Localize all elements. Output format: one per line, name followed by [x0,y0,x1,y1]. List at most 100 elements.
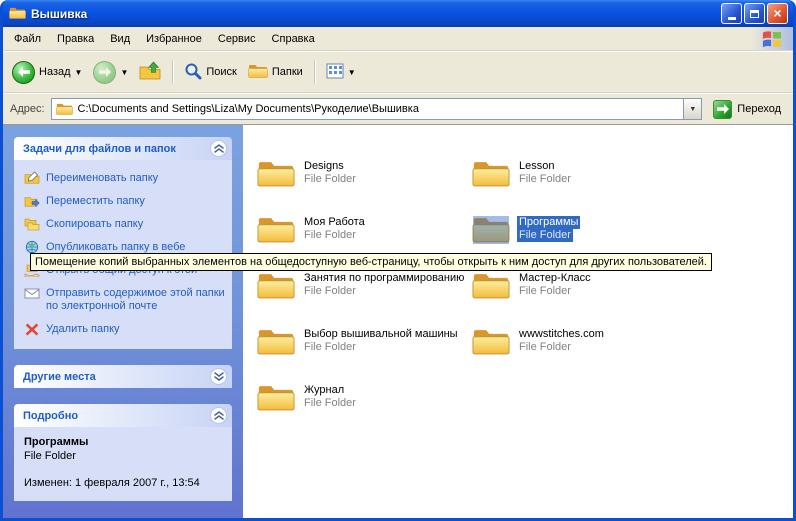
details-item-name: Программы [24,436,226,448]
folder-item[interactable]: Моя РаботаFile Folder [257,201,465,257]
title-bar[interactable]: Вышивка × [3,0,793,27]
task-pane: Задачи для файлов и папок Переименовать … [3,125,243,518]
menu-favorites[interactable]: Избранное [138,30,210,48]
details-item-type: File Folder [24,450,226,462]
folder-type: File Folder [302,173,358,186]
folder-item[interactable]: DesignsFile Folder [257,145,465,201]
folder-name: Designs [302,160,346,173]
close-button[interactable]: × [767,3,788,24]
details-body: Программы File Folder Изменен: 1 февраля… [14,427,232,501]
folder-type: File Folder [517,285,573,298]
back-dropdown-icon[interactable]: ▼ [75,68,83,77]
search-button[interactable]: Поиск [179,59,241,86]
close-icon: × [773,6,781,20]
folder-item-selected[interactable]: ПрограммыFile Folder [472,201,680,257]
details-header[interactable]: Подробно [14,404,232,427]
folder-icon [472,158,510,189]
other-places-title: Другие места [23,371,96,383]
task-label: Удалить папку [46,323,120,336]
folder-name: Выбор вышивальной машины [302,328,460,341]
folder-type: File Folder [517,341,573,354]
back-label: Назад [39,66,71,78]
folder-name: Мастер-Класс [517,272,593,285]
file-tasks-header[interactable]: Задачи для файлов и папок [14,137,232,160]
toolbar-separator [172,60,173,84]
delete-icon [24,322,40,336]
menu-help[interactable]: Справка [264,30,323,48]
go-button[interactable]: Переход [708,100,789,119]
up-folder-icon [139,61,161,83]
folder-icon [257,382,295,413]
folder-item[interactable]: Выбор вышивальной машиныFile Folder [257,313,465,369]
minimize-button[interactable] [721,3,742,24]
window-controls: × [721,3,788,24]
folder-type: File Folder [302,285,358,298]
address-bar: Адрес: C:\Documents and Settings\Liza\My… [3,93,793,124]
task-delete-folder[interactable]: Удалить папку [24,318,228,341]
views-dropdown-icon[interactable]: ▼ [348,68,356,77]
folder-name: wwwstitches.com [517,328,606,341]
file-list: DesignsFile Folder LessonFile Folder Моя… [243,125,793,518]
forward-button[interactable]: ▼ [88,58,133,87]
collapse-chevron-icon[interactable] [210,407,227,424]
other-places-panel: Другие места [14,365,232,388]
copy-folder-icon [24,217,40,231]
task-move-folder[interactable]: Переместить папку [24,190,228,213]
views-button[interactable]: ▼ [321,60,361,85]
minimize-icon [728,17,736,20]
task-label: Отправить содержимое этой папки по элект… [46,287,228,313]
menu-tools[interactable]: Сервис [210,30,264,48]
up-button[interactable] [134,58,166,86]
main-area: Задачи для файлов и папок Переименовать … [3,124,793,518]
folder-name: Моя Работа [302,216,367,229]
back-button[interactable]: Назад ▼ [7,58,87,87]
search-icon [184,62,202,83]
folder-icon [472,270,510,301]
forward-dropdown-icon[interactable]: ▼ [120,68,128,77]
folder-type: File Folder [517,229,573,242]
folder-icon [257,270,295,301]
folders-button[interactable]: Папки [243,60,308,85]
tooltip: Помещение копий выбранных элементов на о… [30,253,712,271]
folder-type: File Folder [302,229,358,242]
windows-logo-icon [751,27,793,50]
task-rename-folder[interactable]: Переименовать папку [24,167,228,190]
folder-item[interactable]: wwwstitches.comFile Folder [472,313,680,369]
task-copy-folder[interactable]: Скопировать папку [24,213,228,236]
address-value: C:\Documents and Settings\Liza\My Docume… [78,103,419,115]
expand-chevron-icon[interactable] [210,368,227,385]
go-arrow-icon [713,100,732,119]
task-email-folder[interactable]: Отправить содержимое этой папки по элект… [24,282,228,318]
address-dropdown-button[interactable]: ▼ [683,99,701,119]
window-client-area: Файл Правка Вид Избранное Сервис Справка [3,27,793,518]
task-label: Скопировать папку [46,218,143,231]
menu-view[interactable]: Вид [102,30,138,48]
folders-icon [248,63,268,82]
go-label: Переход [737,103,781,115]
address-label: Адрес: [7,103,45,115]
maximize-button[interactable] [744,3,765,24]
task-label: Переименовать папку [46,172,158,185]
move-folder-icon [24,194,40,208]
file-tasks-panel: Задачи для файлов и папок Переименовать … [14,137,232,349]
address-folder-icon [56,102,73,116]
folder-icon [472,214,510,245]
collapse-chevron-icon[interactable] [210,140,227,157]
folders-label: Папки [272,66,303,78]
details-panel: Подробно Программы File Folder Изменен: … [14,404,232,501]
rename-folder-icon [24,171,40,185]
menu-edit[interactable]: Правка [49,30,102,48]
folder-name: Занятия по программированию [302,272,466,285]
task-label: Переместить папку [46,195,145,208]
folder-item[interactable]: ЖурналFile Folder [257,369,465,425]
toolbar-separator [314,60,315,84]
details-item-modified: Изменен: 1 февраля 2007 г., 13:54 [24,477,226,489]
address-input[interactable]: C:\Documents and Settings\Liza\My Docume… [51,98,703,120]
other-places-header[interactable]: Другие места [14,365,232,388]
email-icon [24,286,40,300]
menu-file[interactable]: Файл [6,30,49,48]
folder-name: Lesson [517,160,556,173]
folder-item[interactable]: LessonFile Folder [472,145,680,201]
folder-icon [257,214,295,245]
folder-type: File Folder [302,341,358,354]
